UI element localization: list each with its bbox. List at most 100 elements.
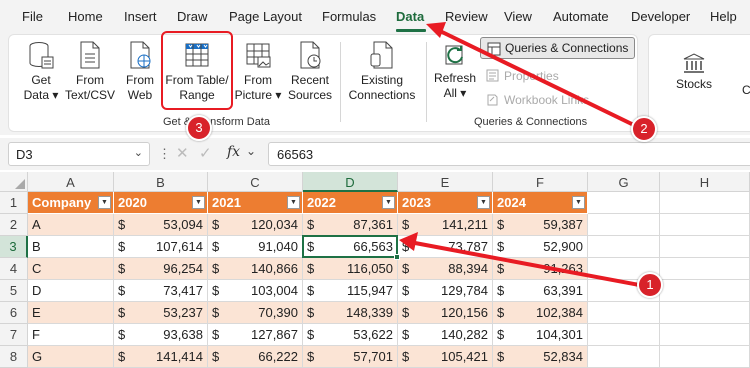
table-cell[interactable]: $53,094 [114,214,208,236]
table-cell[interactable]: $140,282 [398,324,493,346]
table-cell[interactable]: $93,638 [114,324,208,346]
row-header[interactable]: 2 [0,214,28,236]
table-cell[interactable]: $66,222 [208,346,303,368]
table-cell[interactable]: $53,237 [114,302,208,324]
workbook-links-button[interactable]: Workbook Links [482,93,589,107]
table-cell[interactable]: $63,391 [493,280,588,302]
table-cell[interactable] [660,236,750,258]
filter-dropdown-icon[interactable]: ▼ [98,196,111,209]
table-cell[interactable]: $120,156 [398,302,493,324]
table-cell[interactable]: $127,867 [208,324,303,346]
column-header[interactable]: C [208,172,303,192]
from-web-button[interactable]: From Web [120,40,160,103]
table-cell[interactable]: D [28,280,114,302]
row-header[interactable]: 8 [0,346,28,368]
table-cell[interactable] [660,280,750,302]
table-cell[interactable]: $104,301 [493,324,588,346]
tab-file[interactable]: File [22,9,43,24]
from-text-csv-button[interactable]: From Text/CSV [64,40,116,103]
refresh-all-button[interactable]: Refresh All ▾ [432,42,478,101]
table-cell[interactable] [660,258,750,280]
existing-connections-button[interactable]: Existing Connections [345,40,419,103]
table-header-cell[interactable]: 2022 ▼ [303,192,398,214]
table-cell[interactable]: F [28,324,114,346]
table-cell[interactable]: A [28,214,114,236]
table-header-cell[interactable]: 2020 ▼ [114,192,208,214]
name-box[interactable]: D3 ⌄ [8,142,150,166]
table-cell[interactable]: $70,390 [208,302,303,324]
table-header-cell[interactable]: 2021 ▼ [208,192,303,214]
row-header[interactable]: 5 [0,280,28,302]
column-header[interactable]: G [588,172,660,192]
tab-insert[interactable]: Insert [124,9,157,24]
table-cell[interactable]: $91,040 [208,236,303,258]
column-header[interactable]: F [493,172,588,192]
table-cell[interactable] [588,346,660,368]
table-cell[interactable] [588,324,660,346]
table-cell[interactable]: $148,339 [303,302,398,324]
from-picture-button[interactable]: From Picture ▾ [234,40,282,103]
table-cell[interactable]: G [28,346,114,368]
table-header-cell[interactable]: 2023 ▼ [398,192,493,214]
table-cell[interactable] [660,214,750,236]
table-cell[interactable] [588,214,660,236]
filter-dropdown-icon[interactable]: ▼ [477,196,490,209]
tab-help[interactable]: Help [710,9,737,24]
get-data-button[interactable]: Get Data ▾ [20,40,62,103]
row-header[interactable]: 7 [0,324,28,346]
insert-function-icon[interactable]: fx [227,144,240,160]
table-cell[interactable]: $57,701 [303,346,398,368]
table-cell[interactable] [588,192,660,214]
row-header[interactable]: 4 [0,258,28,280]
table-cell[interactable] [660,302,750,324]
table-cell[interactable]: $141,211 [398,214,493,236]
table-cell[interactable]: $105,421 [398,346,493,368]
tab-page-layout[interactable]: Page Layout [229,9,302,24]
fill-handle[interactable] [394,254,400,260]
filter-dropdown-icon[interactable]: ▼ [192,196,205,209]
column-header[interactable]: E [398,172,493,192]
properties-button[interactable]: Properties [482,69,559,83]
table-cell[interactable] [588,302,660,324]
filter-dropdown-icon[interactable]: ▼ [382,196,395,209]
table-cell[interactable]: $87,361 [303,214,398,236]
filter-dropdown-icon[interactable]: ▼ [287,196,300,209]
table-cell[interactable]: $59,387 [493,214,588,236]
row-header[interactable]: 1 [0,192,28,214]
chevron-down-icon[interactable]: ⌄ [134,146,143,159]
table-cell[interactable]: $73,417 [114,280,208,302]
table-cell[interactable] [660,324,750,346]
table-header-cell[interactable]: Company ▼ [28,192,114,214]
more-options-icon[interactable]: ⋮ [158,146,171,162]
table-cell[interactable]: $102,384 [493,302,588,324]
column-header[interactable]: D [303,172,398,192]
tab-automate[interactable]: Automate [553,9,609,24]
table-cell[interactable]: $107,614 [114,236,208,258]
chevron-down-icon[interactable]: ⌄ [246,144,256,158]
table-cell[interactable]: E [28,302,114,324]
tab-home[interactable]: Home [68,9,103,24]
table-cell[interactable]: $96,254 [114,258,208,280]
table-cell[interactable]: $53,622 [303,324,398,346]
cancel-icon[interactable]: ✕ [176,144,189,162]
table-cell[interactable]: $91,263 [493,258,588,280]
table-cell[interactable]: $120,034 [208,214,303,236]
table-cell[interactable]: $115,947 [303,280,398,302]
table-cell[interactable]: $88,394 [398,258,493,280]
table-cell[interactable]: $141,414 [114,346,208,368]
tab-formulas[interactable]: Formulas [322,9,376,24]
filter-dropdown-icon[interactable]: ▼ [572,196,585,209]
column-header[interactable]: B [114,172,208,192]
tab-draw[interactable]: Draw [177,9,207,24]
table-cell[interactable] [660,192,750,214]
table-cell[interactable]: B [28,236,114,258]
table-cell[interactable]: $140,866 [208,258,303,280]
tab-review[interactable]: Review [445,9,488,24]
recent-sources-button[interactable]: Recent Sources [285,40,335,103]
table-cell[interactable]: $116,050 [303,258,398,280]
row-header[interactable]: 6 [0,302,28,324]
table-cell[interactable] [660,346,750,368]
stocks-button[interactable]: Stocks [672,52,716,92]
select-all-corner[interactable] [0,172,28,192]
tab-view[interactable]: View [504,9,532,24]
